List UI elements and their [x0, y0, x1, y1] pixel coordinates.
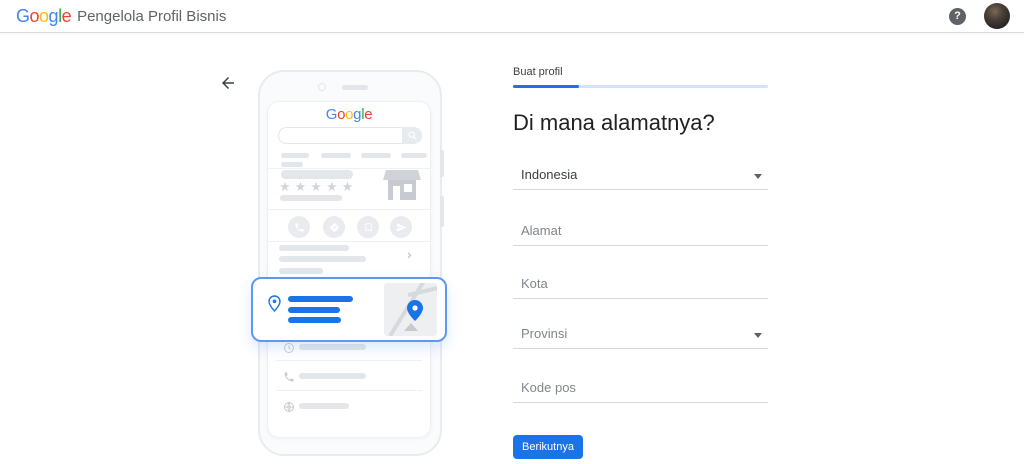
step-label: Buat profil — [513, 66, 563, 78]
tab-bar-placeholder — [281, 162, 303, 167]
search-bar-mock — [278, 127, 422, 144]
chevron-right-icon: › — [407, 246, 412, 262]
address-highlight-card — [251, 277, 447, 342]
province-placeholder: Provinsi — [521, 326, 568, 341]
tab-bar-placeholder — [401, 153, 427, 158]
header-actions: ? — [949, 3, 1010, 29]
business-text-placeholder — [280, 195, 342, 201]
tab-bar-placeholder — [281, 153, 309, 158]
province-select[interactable]: Provinsi — [513, 325, 768, 349]
rating-stars: ★★★★★ — [279, 179, 358, 194]
address-line-placeholder — [288, 296, 353, 302]
chevron-down-icon — [754, 174, 762, 179]
next-button[interactable]: Berikutnya — [513, 435, 583, 459]
phone-side-button — [440, 196, 444, 227]
divider — [276, 390, 422, 391]
text-placeholder — [279, 256, 366, 262]
directions-icon — [323, 216, 345, 238]
address-line-placeholder — [288, 317, 341, 323]
page-title: Di mana alamatnya? — [513, 110, 715, 135]
country-select[interactable]: Indonesia — [513, 166, 768, 190]
phone-camera-dot — [318, 83, 326, 91]
location-pin-icon — [267, 295, 282, 318]
phone-side-button — [440, 150, 444, 177]
country-value: Indonesia — [521, 167, 578, 182]
phone-speaker-bar — [342, 85, 368, 90]
tab-bar-placeholder — [321, 153, 351, 158]
chevron-down-icon — [754, 333, 762, 338]
divider — [268, 209, 430, 210]
phone-placeholder — [299, 373, 366, 379]
website-placeholder — [299, 403, 349, 409]
account-avatar[interactable] — [984, 3, 1010, 29]
text-placeholder — [279, 245, 349, 251]
divider — [276, 360, 422, 361]
call-icon — [288, 216, 310, 238]
help-icon[interactable]: ? — [949, 7, 966, 25]
phone-screen: Google ★★★★★ › — [267, 101, 431, 438]
address-line-placeholder — [288, 307, 340, 313]
google-logo-small: Google — [325, 106, 373, 123]
text-placeholder — [279, 268, 323, 274]
globe-icon — [283, 400, 295, 418]
progress-bar — [513, 85, 768, 88]
business-title-placeholder — [281, 170, 353, 179]
back-arrow-icon — [222, 77, 234, 89]
bookmark-icon — [357, 216, 379, 238]
phone-number-icon — [283, 370, 295, 388]
phone-illustration: Google ★★★★★ › — [258, 70, 444, 456]
clock-icon — [283, 341, 295, 359]
postal-code-input[interactable] — [513, 379, 768, 403]
back-button[interactable] — [219, 74, 239, 94]
product-name: Pengelola Profil Bisnis — [77, 8, 227, 25]
tab-bar-placeholder — [361, 153, 391, 158]
search-icon — [402, 127, 422, 144]
city-input[interactable] — [513, 275, 768, 299]
progress-fill — [513, 85, 580, 88]
hours-placeholder — [299, 344, 366, 350]
storefront-icon — [383, 162, 421, 207]
address-input[interactable] — [513, 222, 768, 246]
google-logo: Google — [16, 5, 72, 26]
top-header: Google Pengelola Profil Bisnis ? — [0, 0, 1024, 33]
share-icon — [390, 216, 412, 238]
app-window: Google Pengelola Profil Bisnis ? Google — [0, 0, 1024, 464]
map-thumbnail — [384, 283, 437, 336]
divider — [268, 241, 430, 242]
